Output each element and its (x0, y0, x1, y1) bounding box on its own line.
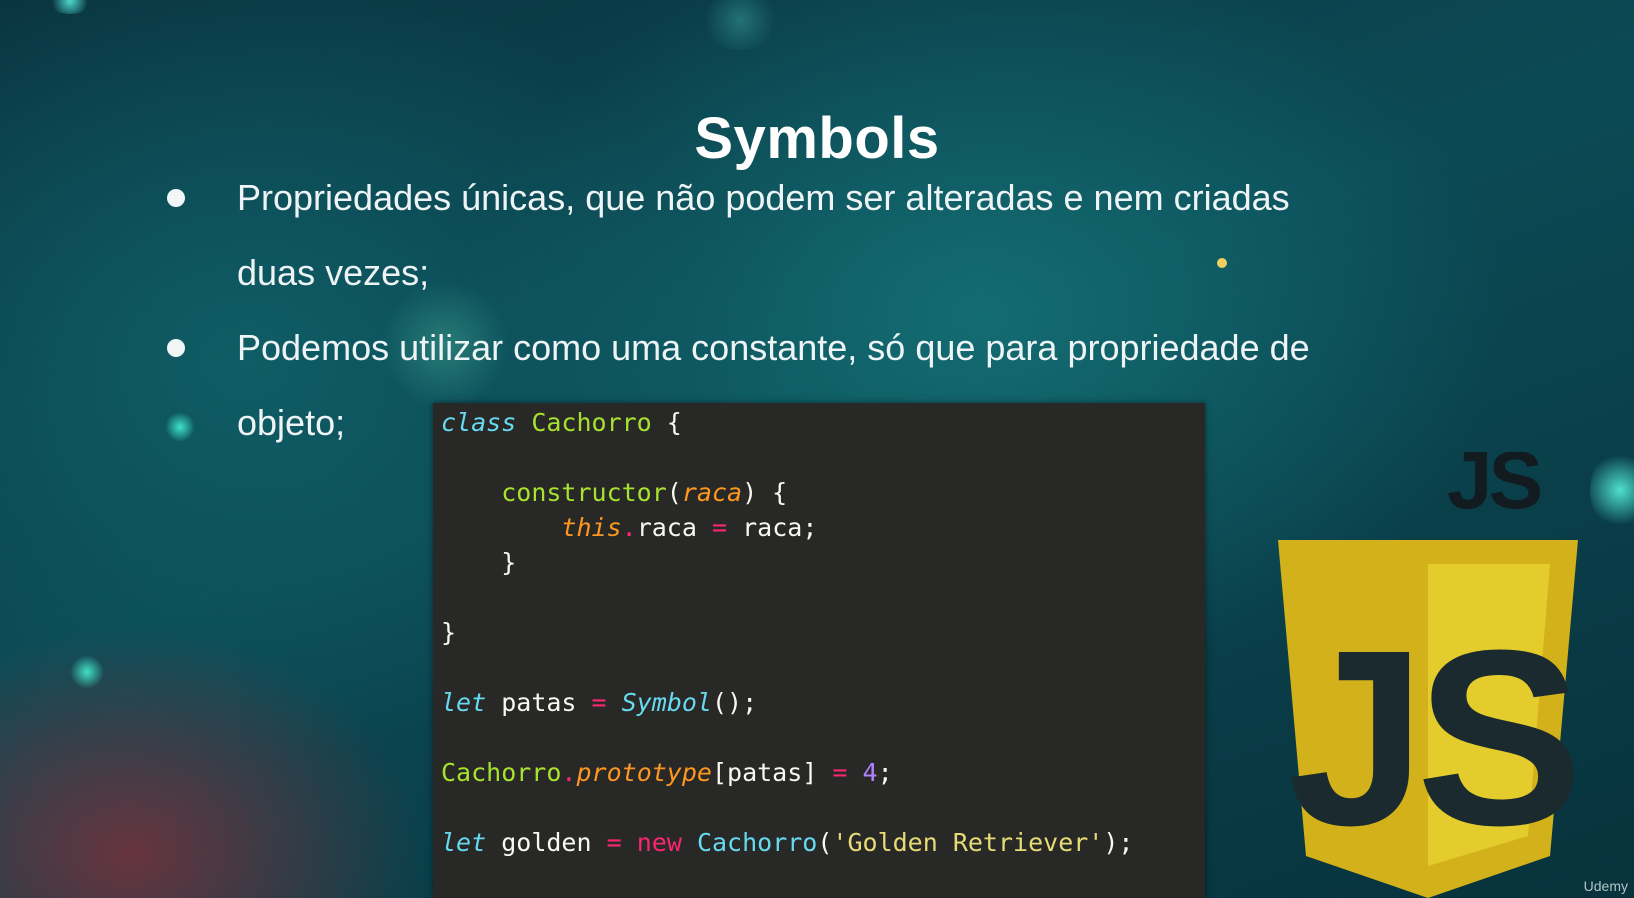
bullet-item: Propriedades únicas, que não podem ser a… (165, 160, 1307, 310)
code-block: class Cachorro { constructor(raca) { thi… (433, 403, 1205, 898)
code-line: let patas = Symbol(); (441, 688, 758, 717)
code-line: Cachorro.prototype[patas] = 4; (441, 758, 893, 787)
udemy-watermark: Udemy (1583, 878, 1628, 894)
code-line: constructor(raca) { (501, 478, 788, 507)
bullet-dot-icon (167, 189, 185, 207)
js-shield-text: JS (1287, 598, 1573, 877)
js-small-text: JS (1447, 452, 1541, 526)
code-line: this.raca = raca; (561, 513, 818, 542)
background-glow (700, 0, 780, 50)
code-text: class Cachorro { constructor(raca) { thi… (441, 405, 1133, 860)
code-line: } (441, 618, 457, 647)
javascript-logo: JS JS (1278, 452, 1578, 898)
background-glow (48, 0, 92, 14)
bullet-text: Propriedades únicas, que não podem ser a… (237, 177, 1290, 293)
bullet-dot-icon (167, 339, 185, 357)
code-line: } (441, 548, 517, 577)
background-glow (70, 655, 104, 689)
code-line: class Cachorro { (441, 408, 682, 437)
background-glow (1590, 450, 1634, 530)
code-line: let golden = new Cachorro('Golden Retrie… (441, 828, 1134, 857)
